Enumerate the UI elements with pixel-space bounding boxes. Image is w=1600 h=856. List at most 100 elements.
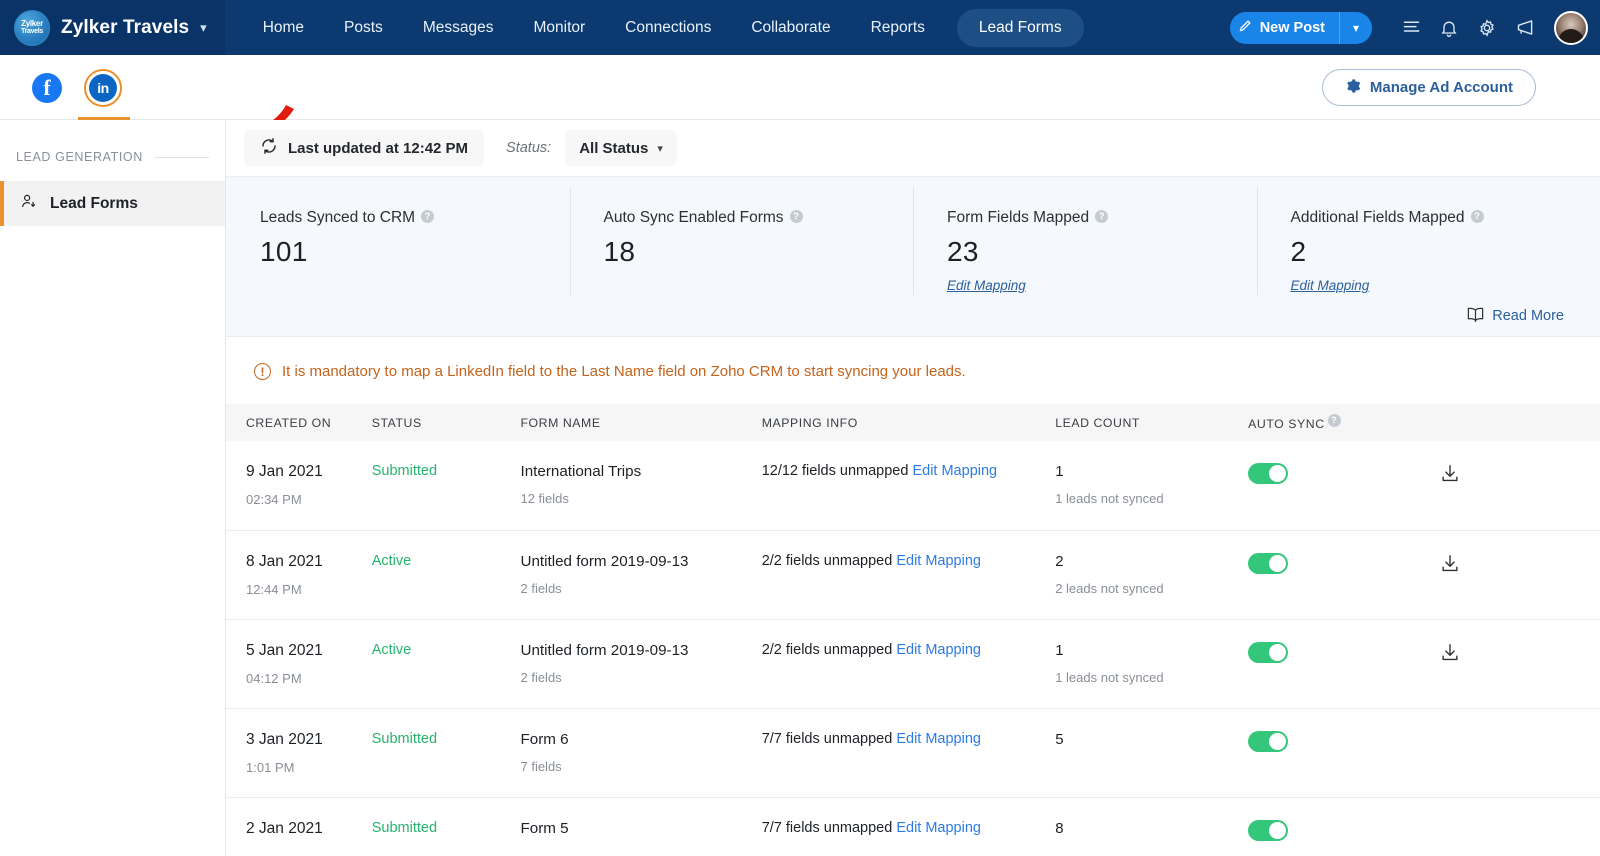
cell-download [1439,708,1600,797]
auto-sync-toggle[interactable] [1248,642,1288,663]
mapping-status: 7/7 fields unmapped [762,731,893,747]
nav-item-messages[interactable]: Messages [403,0,514,55]
table-row[interactable]: 9 Jan 2021 02:34 PM Submitted Internatio… [226,441,1600,530]
mapping-status: 2/2 fields unmapped [762,553,893,569]
download-icon[interactable] [1439,472,1461,489]
help-icon[interactable]: ? [1328,414,1341,427]
cell-status: Active [372,530,521,619]
last-updated-refresh-button[interactable]: Last updated at 12:42 PM [244,130,484,166]
list-icon[interactable] [1392,9,1430,47]
nav-item-collaborate[interactable]: Collaborate [731,0,850,55]
read-more-link[interactable]: Read More [1466,306,1564,326]
sidebar-item-lead-forms[interactable]: Lead Forms [0,181,225,226]
mapping-info: 2/2 fields unmapped Edit Mapping [762,642,1055,658]
status-filter-label: Status: [506,140,551,156]
help-icon[interactable]: ? [421,210,434,223]
column-header-form-name[interactable]: FORM NAME [520,404,761,441]
cell-mapping-info: 2/2 fields unmapped Edit Mapping [762,619,1055,708]
mapping-info: 7/7 fields unmapped Edit Mapping [762,731,1055,747]
cell-form-name: Untitled form 2019-09-13 2 fields [520,619,761,708]
stats-panel: Leads Synced to CRM ? 101 Auto Sync Enab… [226,176,1600,337]
book-icon [1466,306,1485,326]
auto-sync-toggle[interactable] [1248,463,1288,484]
table-body: 9 Jan 2021 02:34 PM Submitted Internatio… [226,441,1600,856]
nav-item-home[interactable]: Home [243,0,324,55]
help-icon[interactable]: ? [1095,210,1108,223]
stat-title: Auto Sync Enabled Forms ? [604,209,914,227]
read-more-label: Read More [1492,308,1564,324]
form-name[interactable]: Untitled form 2019-09-13 [520,553,761,570]
download-icon[interactable] [1439,562,1461,579]
status-filter-dropdown[interactable]: All Status ▾ [565,130,677,166]
lead-count: 1 [1055,463,1248,480]
linkedin-channel-icon[interactable]: in [84,69,122,107]
megaphone-icon[interactable] [1506,9,1544,47]
status-badge: Active [372,553,521,569]
chevron-down-icon[interactable]: ▾ [200,20,207,36]
nav-item-connections[interactable]: Connections [605,0,731,55]
cell-lead-count: 5 [1055,708,1248,797]
table-row[interactable]: 8 Jan 2021 12:44 PM Active Untitled form… [226,530,1600,619]
edit-mapping-link[interactable]: Edit Mapping [896,820,981,836]
edit-mapping-link[interactable]: Edit Mapping [896,642,981,658]
auto-sync-toggle[interactable] [1248,820,1288,841]
sidebar-item-label: Lead Forms [50,195,138,213]
table-row[interactable]: 5 Jan 2021 04:12 PM Active Untitled form… [226,619,1600,708]
column-header-mapping-info[interactable]: MAPPING INFO [762,404,1055,441]
nav-item-posts[interactable]: Posts [324,0,403,55]
edit-mapping-link[interactable]: Edit Mapping [912,463,997,479]
form-name[interactable]: International Trips [520,463,761,480]
brand-switcher[interactable]: Zylker Travels Zylker Travels ▾ [0,0,225,55]
nav-item-reports[interactable]: Reports [851,0,945,55]
new-post-dropdown-icon[interactable]: ▾ [1340,12,1372,44]
column-header-lead-count[interactable]: LEAD COUNT [1055,404,1248,441]
column-header-created-on[interactable]: CREATED ON [226,404,372,441]
form-field-count: 2 fields [520,670,761,685]
auto-sync-toggle[interactable] [1248,553,1288,574]
new-post-button[interactable]: New Post ▾ [1230,12,1372,44]
linkedin-glyph: in [89,74,117,102]
form-name[interactable]: Untitled form 2019-09-13 [520,642,761,659]
cell-auto-sync [1248,708,1439,797]
cell-download [1439,619,1600,708]
download-icon[interactable] [1439,651,1461,668]
gear-icon[interactable] [1468,9,1506,47]
edit-mapping-link[interactable]: Edit Mapping [1291,278,1370,293]
form-name[interactable]: Form 6 [520,731,761,748]
form-name[interactable]: Form 5 [520,820,761,837]
stat-card-leads-synced: Leads Synced to CRM ? 101 [226,177,570,301]
table-row[interactable]: 3 Jan 2021 1:01 PM Submitted Form 6 7 fi… [226,708,1600,797]
avatar[interactable] [1554,11,1588,45]
nav-item-lead-forms[interactable]: Lead Forms [957,9,1084,47]
new-post-label: New Post [1260,20,1325,36]
help-icon[interactable]: ? [790,210,803,223]
edit-mapping-link[interactable]: Edit Mapping [896,731,981,747]
manage-ad-account-label: Manage Ad Account [1370,79,1513,96]
edit-mapping-link[interactable]: Edit Mapping [947,278,1026,293]
lead-forms-table-scroll[interactable]: CREATED ON STATUS FORM NAME MAPPING INFO… [226,404,1600,856]
stat-value: 23 [947,236,1257,268]
column-header-auto-sync[interactable]: AUTO SYNC? [1248,404,1439,441]
help-icon[interactable]: ? [1471,210,1484,223]
nav-item-monitor[interactable]: Monitor [513,0,605,55]
cell-status: Submitted [372,708,521,797]
selected-ring: in [84,69,122,107]
auto-sync-toggle[interactable] [1248,731,1288,752]
facebook-channel-icon[interactable]: f [28,69,66,107]
app-root: Zylker Travels Zylker Travels ▾ Home Pos… [0,0,1600,856]
divider [155,157,209,158]
manage-ad-account-button[interactable]: Manage Ad Account [1322,69,1536,106]
cell-download [1439,530,1600,619]
status-filter-value: All Status [579,140,648,157]
table-row[interactable]: 2 Jan 2021 Submitted Form 5 7/7 fields u… [226,797,1600,856]
cell-form-name: International Trips 12 fields [520,441,761,530]
bell-icon[interactable] [1430,9,1468,47]
facebook-glyph: f [32,73,62,103]
cell-form-name: Untitled form 2019-09-13 2 fields [520,530,761,619]
stat-label: Auto Sync Enabled Forms [604,209,784,227]
column-header-status[interactable]: STATUS [372,404,521,441]
mapping-info: 12/12 fields unmapped Edit Mapping [762,463,1055,479]
cell-form-name: Form 5 [520,797,761,856]
cell-mapping-info: 12/12 fields unmapped Edit Mapping [762,441,1055,530]
edit-mapping-link[interactable]: Edit Mapping [896,553,981,569]
